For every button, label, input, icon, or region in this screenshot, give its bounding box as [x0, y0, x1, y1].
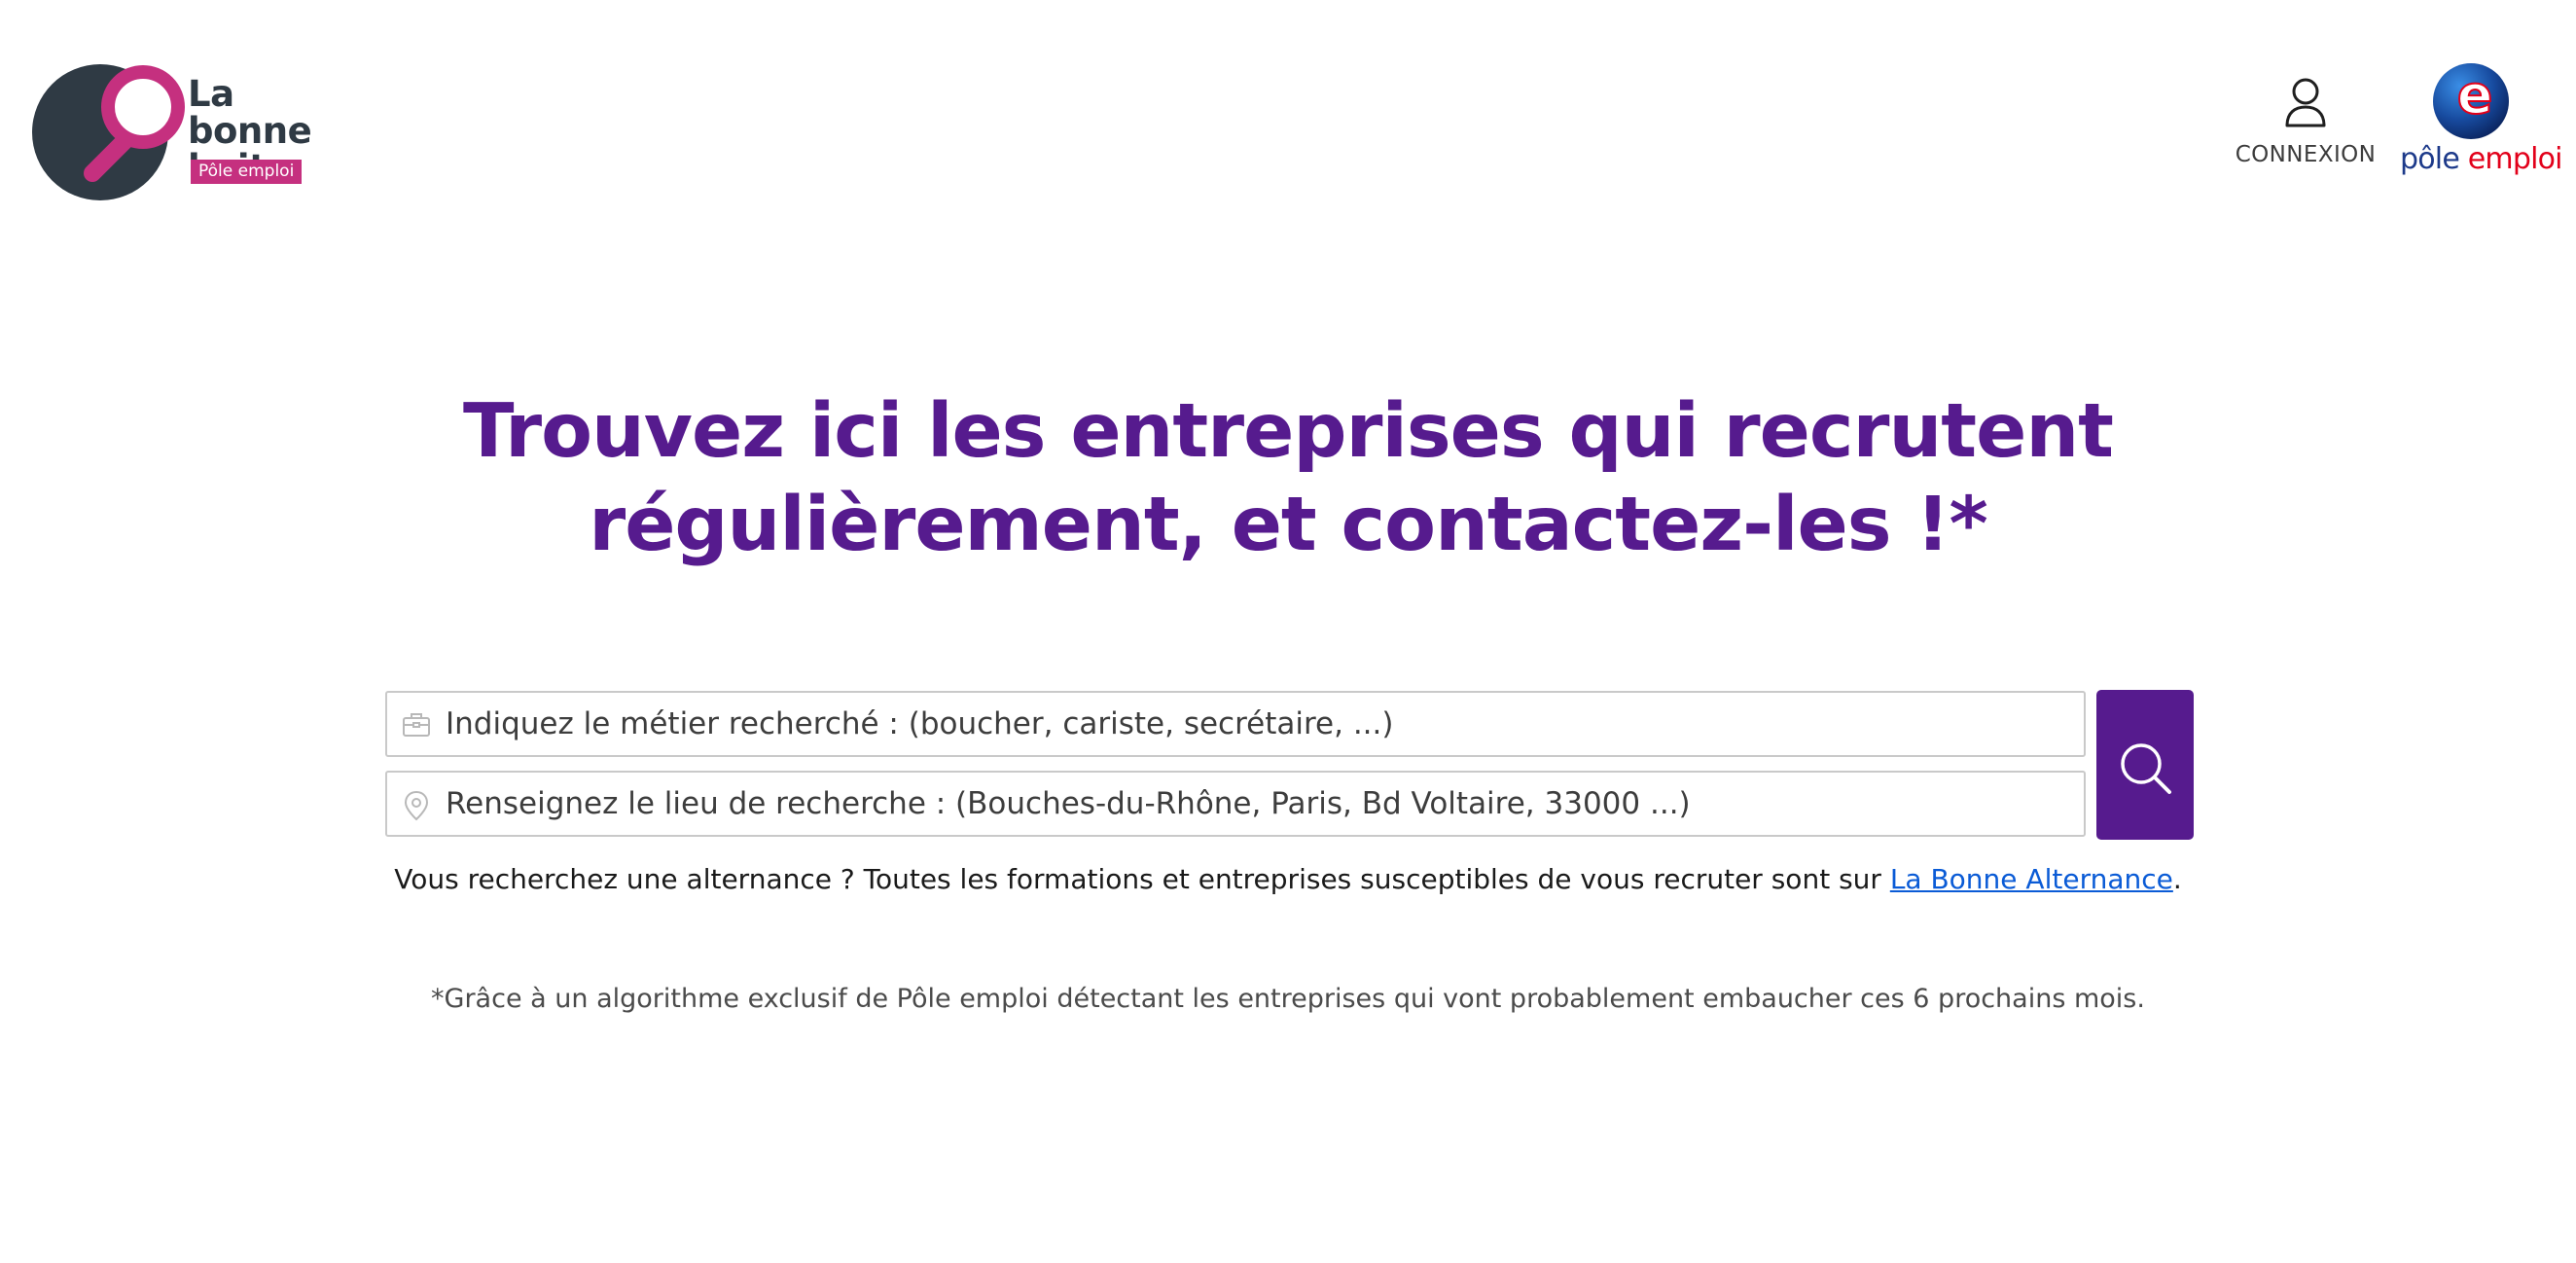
logo-badge: Pôle emploi: [191, 160, 303, 184]
pole-emploi-part-2: emploi: [2467, 142, 2563, 176]
logo-line-1: La bonne: [188, 73, 312, 152]
page-title-line-2: régulièrement, et contactez-les !*: [589, 482, 1988, 568]
job-search-input[interactable]: Indiquez le métier recherché : (boucher,…: [385, 691, 2086, 757]
user-icon: [2285, 78, 2326, 127]
la-bonne-alternance-link[interactable]: La Bonne Alternance: [1890, 863, 2173, 895]
location-pin-icon: [404, 790, 429, 821]
page: La bonne boite Pôle emploi CONNEXION e: [0, 0, 2576, 1263]
connexion-label: CONNEXION: [2235, 142, 2377, 167]
place-search-input[interactable]: Renseignez le lieu de recherche : (Bouch…: [385, 771, 2086, 837]
search-icon: [2121, 743, 2171, 794]
magnifier-logo-icon: [32, 64, 185, 200]
pole-emploi-e-icon: e: [2433, 63, 2509, 139]
search-button[interactable]: [2096, 690, 2194, 840]
alternance-suffix: .: [2172, 863, 2182, 895]
connexion-button[interactable]: CONNEXION: [2228, 76, 2383, 183]
place-search-placeholder: Renseignez le lieu de recherche : (Bouch…: [446, 786, 1691, 821]
svg-text:e: e: [2457, 64, 2493, 126]
job-search-placeholder: Indiquez le métier recherché : (boucher,…: [446, 706, 1394, 741]
pole-emploi-part-1: pôle: [2400, 142, 2460, 176]
page-title-line-1: Trouvez ici les entreprises qui recruten…: [463, 388, 2114, 475]
alternance-text: Vous recherchez une alternance ? Toutes …: [394, 863, 1890, 895]
footnote: *Grâce à un algorithme exclusif de Pôle …: [431, 984, 2145, 1014]
page-title: Trouvez ici les entreprises qui recruten…: [315, 385, 2261, 572]
pole-emploi-logo[interactable]: e pôle emploi: [2393, 62, 2563, 189]
la-bonne-boite-logo[interactable]: La bonne boite Pôle emploi: [32, 62, 363, 208]
alternance-notice: Vous recherchez une alternance ? Toutes …: [315, 860, 2261, 899]
pole-emploi-wordmark: pôle emploi: [2400, 142, 2563, 176]
briefcase-icon: [403, 713, 430, 737]
